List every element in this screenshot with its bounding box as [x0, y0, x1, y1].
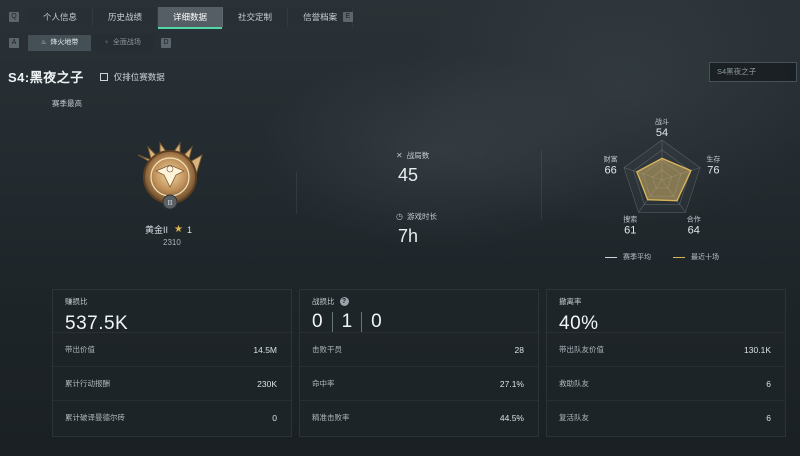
- tab-profile[interactable]: 个人信息: [28, 7, 94, 27]
- ability-radar-chart: 战斗54 生存76 合作64 搜索61 财富66: [604, 117, 721, 237]
- stopwatch-icon: ◷: [396, 212, 403, 221]
- legend-season-average: 赛季平均: [605, 252, 651, 262]
- legend-season-label: 赛季平均: [623, 254, 651, 261]
- tab-details[interactable]: 详细数据: [158, 7, 224, 29]
- next-subtab-key[interactable]: D: [161, 38, 171, 48]
- rank-info: 黄金II ★ 1: [145, 223, 192, 236]
- row-value: 28: [514, 345, 524, 355]
- battles-value: 45: [398, 165, 419, 185]
- battles-stat: ✕ 战局数 45: [396, 150, 429, 186]
- tab-history[interactable]: 历史战绩: [93, 7, 159, 27]
- row-label: 带出价值: [65, 345, 95, 354]
- row-label: 累计行动报酬: [65, 379, 110, 388]
- main-tabs: 个人信息 历史战绩 详细数据 社交定制 信誉档案: [28, 7, 354, 29]
- playtime-label: 游戏时长: [406, 212, 437, 221]
- row-value: 130.1K: [744, 345, 771, 355]
- mode-tabs: ♨ 烽火地带 ♆ 全面战场: [28, 35, 154, 51]
- row-label: 带出队友价值: [559, 345, 604, 354]
- crossed-swords-icon: ✕: [396, 151, 403, 160]
- season-header: S4:黑夜之子 仅排位赛数据: [8, 67, 165, 86]
- top-nav: Q 个人信息 历史战绩 详细数据 社交定制 信誉档案 E: [0, 0, 800, 34]
- tab-full-battlefield[interactable]: ♆ 全面战场: [91, 35, 154, 51]
- tab-full-battlefield-label: 全面战场: [112, 39, 141, 46]
- row-label: 精准击败率: [312, 413, 350, 422]
- divider: [541, 150, 542, 220]
- star-icon: ★: [174, 224, 183, 235]
- radar-axis-value: 61: [624, 225, 636, 237]
- battlefield-icon: ♆: [104, 40, 109, 46]
- stat-row: 带出队友价值 130.1K: [547, 332, 785, 366]
- stat-row: 击败干员 28: [300, 332, 538, 366]
- ranked-only-label[interactable]: 仅排位赛数据: [114, 71, 165, 83]
- kd-value: 1: [341, 311, 353, 332]
- extraction-card: 撤离率 40% 带出队友价值 130.1K 救助队友 6 复活队友 6: [546, 289, 786, 437]
- playtime-stat: ◷ 游戏时长 7h: [396, 211, 437, 247]
- tab-social[interactable]: 社交定制: [223, 7, 289, 27]
- season-selector[interactable]: S4黑夜之子: [709, 62, 797, 82]
- earnings-card: 赚损比 537.5K 带出价值 14.5M 累计行动报酬 230K 累计破译曼德尔砖…: [52, 289, 292, 437]
- earnings-label: 赚损比: [65, 297, 88, 306]
- tab-beacon-zone-label: 烽火地带: [50, 39, 79, 46]
- prev-tab-key[interactable]: Q: [9, 12, 19, 22]
- radar-legend: 赛季平均 最近十场: [605, 252, 741, 262]
- rank-score: 2310: [163, 238, 181, 247]
- season-best-label: 赛季最高: [52, 99, 82, 108]
- row-label: 命中率: [312, 379, 335, 388]
- extraction-label: 撤离率: [559, 297, 582, 306]
- kd-value: 0: [371, 311, 382, 332]
- radar-axis-value: 76: [707, 164, 719, 176]
- playtime-value: 7h: [398, 226, 419, 246]
- kd-label: 战损比: [312, 297, 335, 306]
- stat-row: 精准击败率 44.5%: [300, 400, 538, 434]
- rank-medal-icon: II: [130, 133, 210, 220]
- row-label: 救助队友: [559, 379, 589, 388]
- svg-text:II: II: [168, 199, 173, 207]
- next-tab-key[interactable]: E: [343, 12, 353, 22]
- row-value: 230K: [257, 379, 277, 389]
- row-value: 6: [766, 413, 771, 423]
- stat-row: 救助队友 6: [547, 366, 785, 400]
- rank-name: 黄金II: [145, 225, 169, 235]
- stat-row: 累计行动报酬 230K: [53, 366, 291, 400]
- stat-row: 复活队友 6: [547, 400, 785, 434]
- row-value: 0: [272, 413, 277, 423]
- legend-recent-label: 最近十场: [691, 254, 719, 261]
- help-icon[interactable]: ?: [339, 297, 349, 306]
- row-label: 击败干员: [312, 345, 342, 354]
- battles-label: 战局数: [406, 151, 430, 160]
- stat-row: 命中率 27.1%: [300, 366, 538, 400]
- row-value: 6: [766, 379, 771, 389]
- rank-stars: 1: [186, 224, 192, 235]
- radar-axis-value: 54: [656, 127, 668, 139]
- tab-beacon-zone[interactable]: ♨ 烽火地带: [28, 35, 92, 51]
- prev-subtab-key[interactable]: A: [9, 38, 19, 48]
- ranked-only-checkbox[interactable]: [99, 72, 108, 81]
- radar-axis-label: 生存: [706, 154, 720, 163]
- stat-row: 带出价值 14.5M: [53, 332, 291, 366]
- radar-axis-label: 战斗: [655, 117, 669, 126]
- kd-values: 0 1 0: [312, 311, 526, 333]
- row-label: 复活队友: [559, 413, 589, 422]
- radar-axis-label: 合作: [687, 215, 701, 224]
- row-label: 累计破译曼德尔砖: [65, 413, 125, 422]
- legend-recent-ten: 最近十场: [673, 252, 719, 262]
- stat-row: 累计破译曼德尔砖 0: [53, 400, 291, 434]
- row-value: 14.5M: [253, 345, 277, 355]
- row-value: 27.1%: [499, 379, 524, 389]
- season-title: S4:黑夜之子: [8, 70, 84, 85]
- radar-axis-label: 财富: [604, 154, 618, 163]
- kd-value: 0: [312, 311, 323, 332]
- divider: [296, 172, 297, 214]
- radar-axis-value: 66: [605, 164, 617, 176]
- radar-axis-label: 搜索: [623, 215, 637, 224]
- kd-card: 战损比? 0 1 0 击败干员 28 命中率 27.1% 精准击败率 44.5%: [299, 289, 539, 437]
- row-value: 44.5%: [499, 413, 524, 423]
- radar-axis-value: 64: [688, 225, 700, 237]
- beacon-icon: ♨: [41, 40, 47, 46]
